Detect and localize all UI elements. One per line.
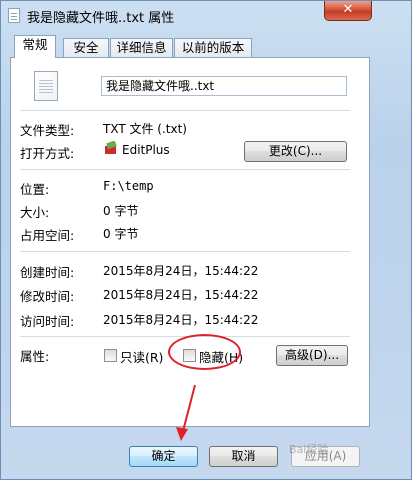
disk-size-value: 0 字节 [103,227,139,241]
open-with-app: EditPlus [122,143,170,157]
highlight-circle-annotation [168,334,241,370]
location-label: 位置: [20,182,50,197]
disk-size-label: 占用空间: [20,228,75,243]
divider [20,251,350,252]
watermark: Bai经验 [289,443,329,456]
close-button[interactable]: ✕ [324,1,372,21]
arrow-annotation [176,384,196,441]
file-type-value: TXT 文件 (.txt) [103,122,187,136]
file-type-label: 文件类型: [20,123,75,138]
accessed-value: 2015年8月24日，15:44:22 [103,313,259,327]
accessed-label: 访问时间: [20,314,75,329]
advanced-button[interactable]: 高级(D)... [276,345,348,366]
created-label: 创建时间: [20,265,75,280]
text-file-icon [8,8,20,23]
title-bar[interactable]: 我是隐藏文件哦..txt 属性 ✕ [1,1,411,31]
properties-window: 我是隐藏文件哦..txt 属性 ✕ 常规 安全 详细信息 以前的版本 我是隐藏文… [0,0,412,480]
tab-details[interactable]: 详细信息 [110,38,173,58]
location-value: F:\temp [103,179,154,193]
readonly-label[interactable]: 只读(R) [120,347,163,366]
tab-previous-versions[interactable]: 以前的版本 [174,38,252,58]
change-button[interactable]: 更改(C)... [244,141,347,162]
attributes-label: 属性: [20,349,50,364]
divider [20,110,350,111]
open-with-label: 打开方式: [20,146,75,161]
modified-label: 修改时间: [20,289,75,304]
file-name-field[interactable]: 我是隐藏文件哦..txt [101,76,347,96]
tab-security[interactable]: 安全 [63,38,109,58]
window-title: 我是隐藏文件哦..txt 属性 [27,11,175,26]
modified-value: 2015年8月24日，15:44:22 [103,288,259,302]
created-value: 2015年8月24日，15:44:22 [103,264,259,278]
readonly-checkbox[interactable] [104,349,117,362]
size-value: 0 字节 [103,204,139,218]
file-icon [34,71,58,101]
editplus-icon [105,141,117,154]
tab-general[interactable]: 常规 [14,35,56,58]
size-label: 大小: [20,205,50,220]
ok-button[interactable]: 确定 [129,446,198,467]
cancel-button[interactable]: 取消 [209,446,278,467]
close-icon: ✕ [342,2,354,17]
divider [20,169,350,170]
